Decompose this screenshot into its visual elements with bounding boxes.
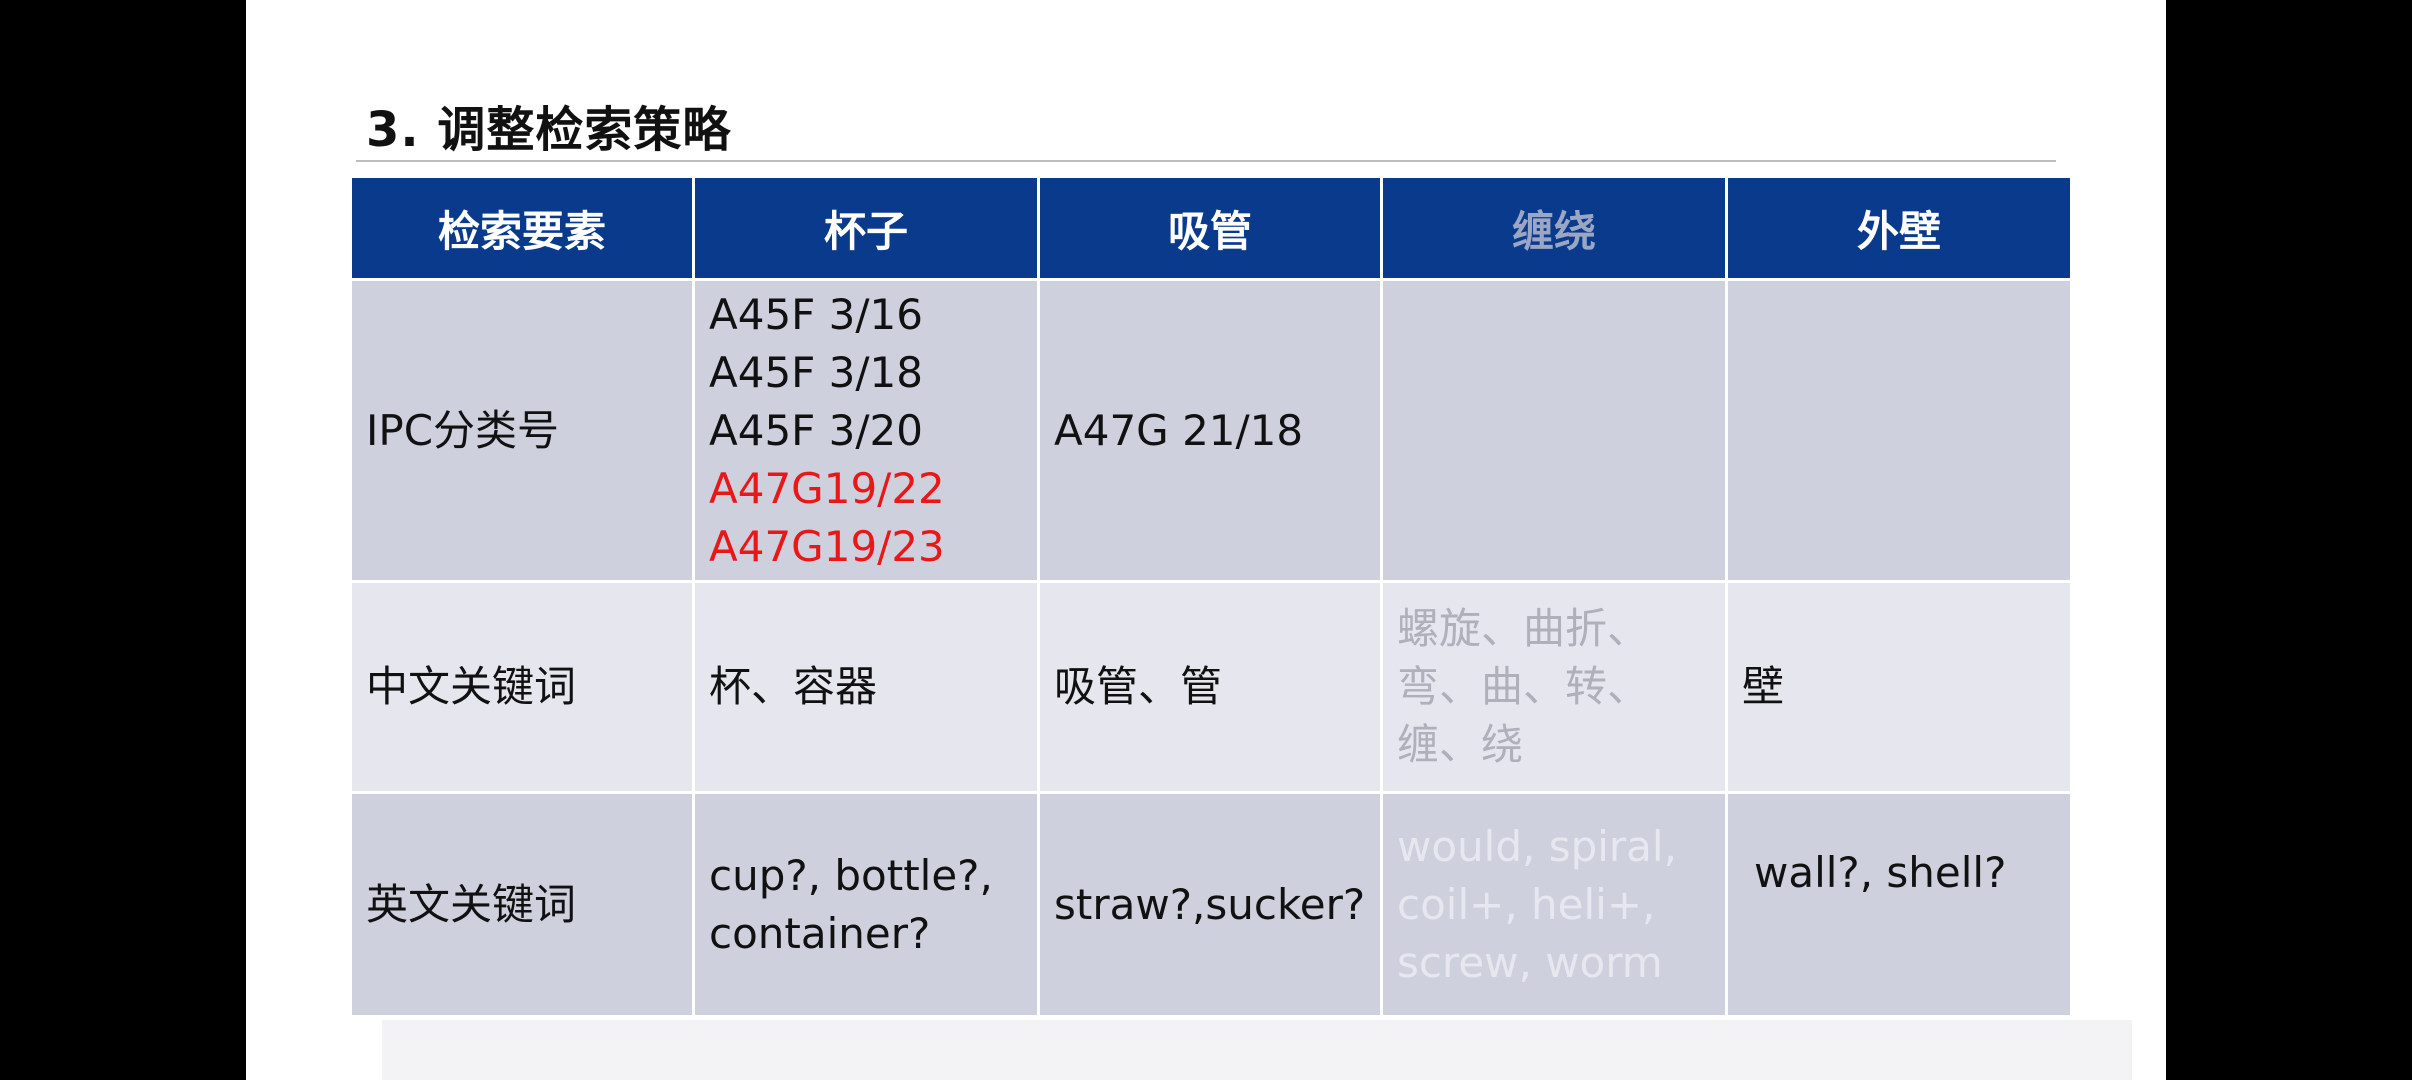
slide: 3. 调整检索策略 检索要素 杯子 吸管 缠绕 外壁 IPC分类号 A45F 3… xyxy=(246,0,2166,1080)
row-ipc-cup: A45F 3/16 A45F 3/18 A45F 3/20 A47G19/22 … xyxy=(695,281,1037,580)
keyword-line: screw, worm xyxy=(1397,937,1663,987)
slide-footer-strip xyxy=(382,1020,2132,1080)
keyword-line: 缠、绕 xyxy=(1397,720,1524,769)
header-cup: 杯子 xyxy=(695,178,1037,278)
title-divider xyxy=(356,160,2056,162)
slide-title: 3. 调整检索策略 xyxy=(366,102,732,158)
row-cn-label: 中文关键词 xyxy=(352,583,692,791)
ipc-code-highlighted: A47G19/23 xyxy=(709,521,945,571)
header-outer-wall: 外壁 xyxy=(1728,178,2070,278)
row-cn-cup: 杯、容器 xyxy=(695,583,1037,791)
ipc-code-highlighted: A47G19/22 xyxy=(709,463,945,513)
row-en-straw: straw?,sucker? xyxy=(1040,794,1380,1015)
ipc-code: A45F 3/20 xyxy=(709,405,923,455)
row-ipc-straw: A47G 21/18 xyxy=(1040,281,1380,580)
header-straw: 吸管 xyxy=(1040,178,1380,278)
search-strategy-table: 检索要素 杯子 吸管 缠绕 外壁 IPC分类号 A45F 3/16 A45F 3… xyxy=(352,178,2070,1015)
row-cn-winding: 螺旋、曲折、 弯、曲、转、 缠、绕 xyxy=(1383,583,1725,791)
row-en-cup: cup?, bottle?, container? xyxy=(695,794,1037,1015)
row-ipc-wall xyxy=(1728,281,2070,580)
row-en-wall: wall?, shell? xyxy=(1728,794,2070,1015)
keyword-line: would, spiral, xyxy=(1397,821,1677,871)
keyword-line: 弯、曲、转、 xyxy=(1397,662,1650,711)
keyword-line: cup?, bottle?, xyxy=(709,850,993,900)
ipc-code: A45F 3/18 xyxy=(709,347,923,397)
keyword-line: coil+, heli+, xyxy=(1397,879,1656,929)
keyword-line: container? xyxy=(709,908,931,958)
keyword-line: 螺旋、曲折、 xyxy=(1397,604,1650,653)
header-search-element: 检索要素 xyxy=(352,178,692,278)
row-en-winding: would, spiral, coil+, heli+, screw, worm xyxy=(1383,794,1725,1015)
row-ipc-label: IPC分类号 xyxy=(352,281,692,580)
row-ipc-winding xyxy=(1383,281,1725,580)
ipc-code: A45F 3/16 xyxy=(709,289,923,339)
row-cn-wall: 壁 xyxy=(1728,583,2070,791)
row-en-label: 英文关键词 xyxy=(352,794,692,1015)
header-winding: 缠绕 xyxy=(1383,178,1725,278)
row-cn-straw: 吸管、管 xyxy=(1040,583,1380,791)
